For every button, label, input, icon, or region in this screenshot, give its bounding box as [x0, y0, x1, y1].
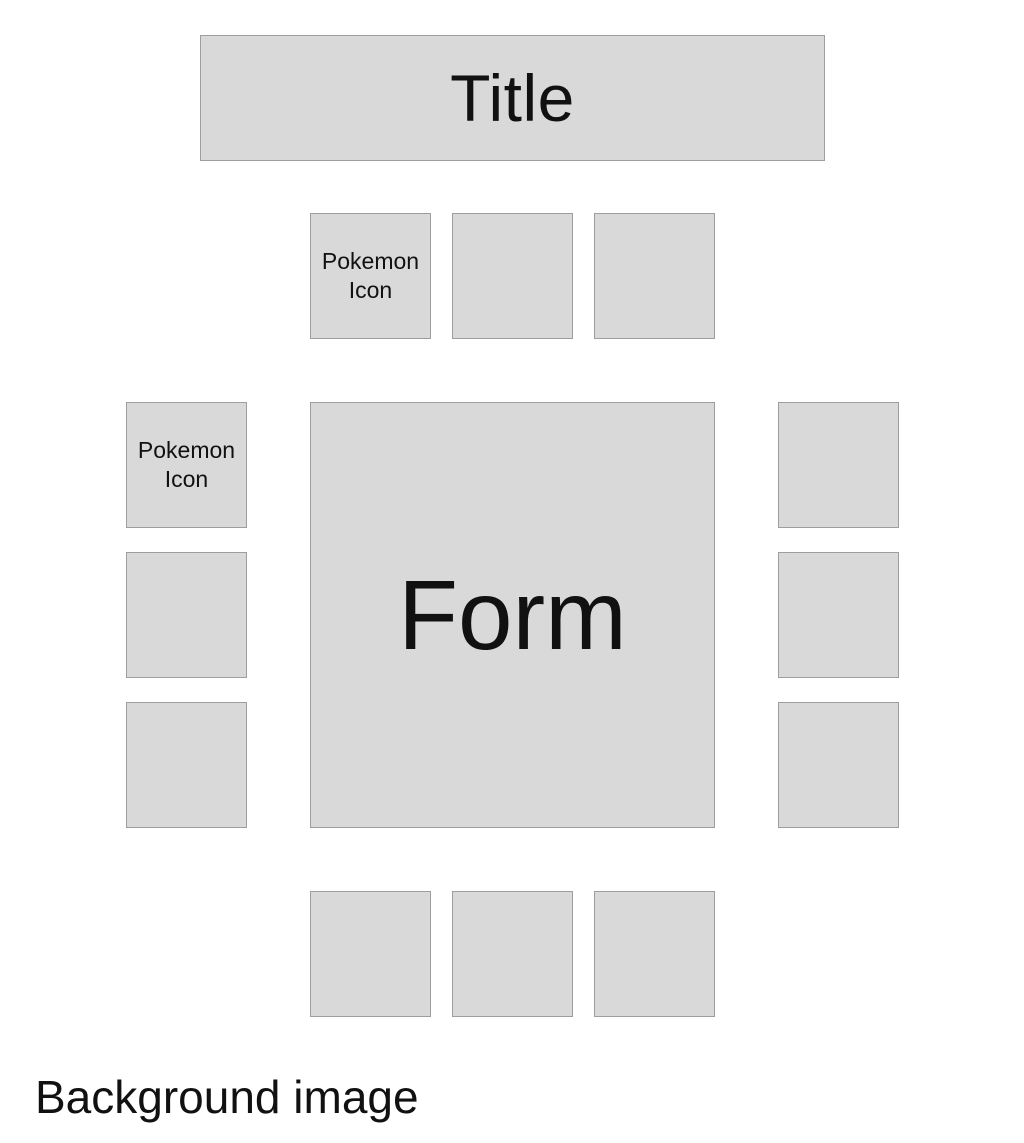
- pokemon-icon-slot-left-1: Pokemon Icon: [126, 402, 247, 528]
- pokemon-icon-slot-bottom-3: [594, 891, 715, 1017]
- background-image-label: Background image: [35, 1071, 419, 1123]
- form-box: Form: [310, 402, 715, 828]
- title-box: Title: [200, 35, 825, 161]
- pokemon-icon-slot-right-3: [778, 702, 899, 828]
- pokemon-icon-slot-right-2: [778, 552, 899, 678]
- pokemon-icon-label: Pokemon Icon: [137, 437, 236, 492]
- pokemon-icon-slot-right-1: [778, 402, 899, 528]
- pokemon-icon-slot-top-1: Pokemon Icon: [310, 213, 431, 339]
- pokemon-icon-slot-top-3: [594, 213, 715, 339]
- pokemon-icon-slot-left-3: [126, 702, 247, 828]
- pokemon-icon-slot-bottom-1: [310, 891, 431, 1017]
- title-text: Title: [450, 61, 575, 135]
- pokemon-icon-slot-left-2: [126, 552, 247, 678]
- form-text: Form: [398, 559, 627, 670]
- pokemon-icon-label: Pokemon Icon: [321, 248, 420, 303]
- pokemon-icon-slot-top-2: [452, 213, 573, 339]
- pokemon-icon-slot-bottom-2: [452, 891, 573, 1017]
